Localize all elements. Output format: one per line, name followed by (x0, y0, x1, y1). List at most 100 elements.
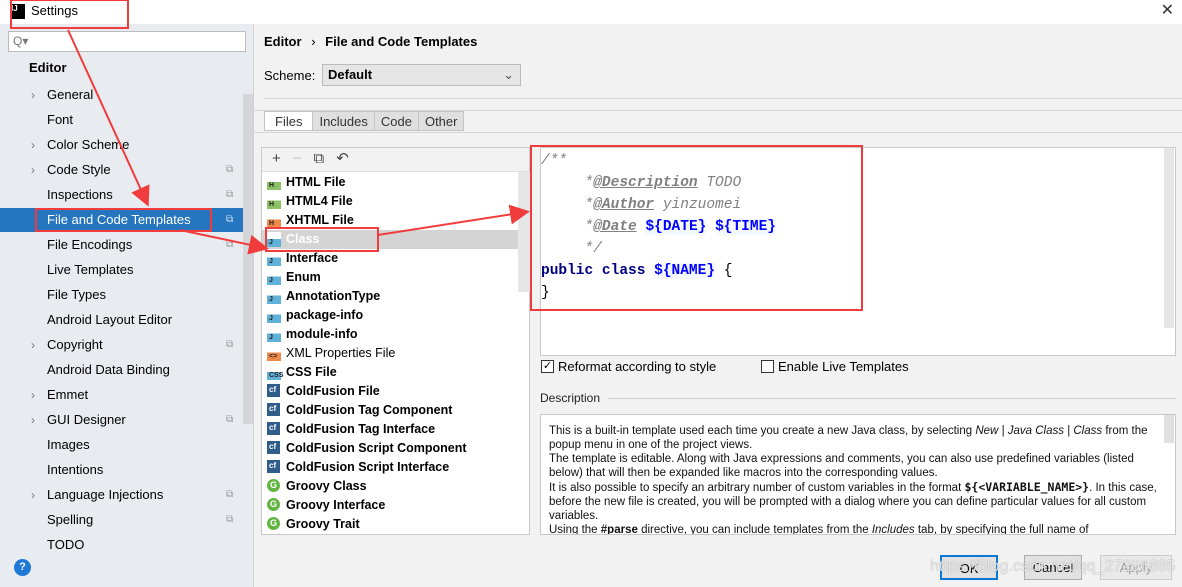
section-editor[interactable]: Editor (29, 60, 67, 75)
template-name: ColdFusion Tag Component (286, 403, 453, 417)
sidebar-item-android-data-binding[interactable]: Android Data Binding (0, 358, 243, 382)
chevron-right-icon[interactable]: › (31, 83, 35, 107)
template-name: Groovy Interface (286, 498, 386, 512)
chevron-right-icon[interactable]: › (31, 158, 35, 182)
chevron-right-icon[interactable]: › (31, 133, 35, 157)
sidebar-scrollbar[interactable] (243, 94, 253, 424)
sidebar-item-live-templates[interactable]: Live Templates (0, 258, 243, 282)
template-item[interactable]: cf ColdFusion Script Component (262, 439, 518, 458)
copy-icon[interactable]: ⧉ (314, 148, 325, 171)
close-button[interactable]: ✕ (1161, 0, 1174, 20)
code-comment: TODO (697, 175, 742, 191)
chevron-right-icon[interactable]: › (31, 383, 35, 407)
sidebar-item-code-style[interactable]: › Code Style ⧉ (0, 158, 243, 182)
template-item[interactable]: J Interface (262, 249, 518, 268)
desc-text: New | Java Class | Class (975, 425, 1103, 437)
template-item[interactable]: cf ColdFusion Script Interface (262, 458, 518, 477)
settings-search-input[interactable]: Q▾ (8, 31, 246, 52)
sidebar-item-gui-designer[interactable]: › GUI Designer ⧉ (0, 408, 243, 432)
template-item[interactable]: Jpackage-info (262, 306, 518, 325)
tab-files[interactable]: Files (264, 111, 314, 131)
editor-scrollbar[interactable] (1164, 148, 1174, 328)
sidebar-item-language-injections[interactable]: › Language Injections ⧉ (0, 483, 243, 507)
sidebar-item-file-and-code-templates[interactable]: File and Code Templates ⧉ (0, 208, 243, 232)
template-item[interactable]: H HTML4 File (262, 192, 518, 211)
reformat-checkbox[interactable]: ✓ Reformat according to style (541, 359, 716, 374)
template-name: ColdFusion Script Component (286, 441, 467, 455)
template-name: Interface (286, 251, 339, 265)
template-name: Groovy Class (286, 479, 367, 493)
sidebar-item-label: File Encodings (47, 237, 133, 252)
checkbox-empty (761, 360, 774, 373)
scheme-select[interactable]: Default ⌄ (322, 64, 521, 86)
sidebar-item-label: General (47, 87, 94, 102)
template-item[interactable]: cf ColdFusion Tag Component (262, 401, 518, 420)
desc-text: Includes (871, 524, 915, 535)
template-editor[interactable]: /** *@Description TODO *@Author yinzuome… (540, 147, 1176, 356)
project-scope-icon: ⧉ (226, 489, 234, 500)
file-type-icon: cf (267, 460, 280, 473)
template-item[interactable]: cf ColdFusion File (262, 382, 518, 401)
add-icon[interactable]: + (272, 148, 281, 171)
project-scope-icon: ⧉ (226, 189, 234, 200)
template-item[interactable]: CSS CSS File (262, 363, 518, 382)
description-scrollbar[interactable] (1164, 415, 1174, 443)
live-templates-label: Enable Live Templates (778, 359, 909, 374)
sidebar-item-inspections[interactable]: Inspections ⧉ (0, 183, 243, 207)
sidebar-item-general[interactable]: › General (0, 83, 243, 107)
divider (264, 98, 1182, 99)
scheme-value: Default (328, 67, 373, 82)
sidebar-item-images[interactable]: Images (0, 433, 243, 457)
template-item[interactable]: J Enum (262, 268, 518, 287)
remove-icon[interactable]: − (293, 148, 302, 171)
chevron-right-icon[interactable]: › (31, 483, 35, 507)
breadcrumb-parent[interactable]: Editor (264, 34, 302, 49)
description-label: Description (540, 391, 601, 405)
template-item[interactable]: <> XML Properties File (262, 344, 518, 363)
sidebar-item-label: Emmet (47, 387, 89, 402)
template-name: HTML4 File (286, 194, 353, 208)
template-item[interactable]: Jmodule-info (262, 325, 518, 344)
checkmark-icon: ✓ (541, 360, 554, 373)
code-comment: yinzuomei (654, 197, 742, 213)
sidebar-item-label: Font (47, 112, 74, 127)
tab-includes[interactable]: Includes (313, 111, 375, 131)
template-item[interactable]: H HTML File (262, 173, 518, 192)
watermark: https://blog.csdn.net/qq_27296885 (930, 558, 1176, 575)
template-item[interactable]: H XHTML File (262, 211, 518, 230)
sidebar-item-font[interactable]: Font (0, 108, 243, 132)
sidebar-item-color-scheme[interactable]: › Color Scheme (0, 133, 243, 157)
help-icon[interactable]: ? (14, 559, 31, 576)
sidebar-item-label: Android Data Binding (47, 362, 170, 377)
template-item[interactable]: J Class (262, 230, 518, 249)
file-type-icon: cf (267, 441, 280, 454)
template-list-scrollbar[interactable] (518, 172, 530, 292)
template-item[interactable]: G Groovy Trait (262, 515, 518, 534)
reset-icon[interactable]: ↶ (336, 148, 349, 171)
sidebar-item-file-types[interactable]: File Types (0, 283, 243, 307)
template-name: ColdFusion Tag Interface (286, 422, 436, 436)
template-name: XML Properties File (286, 346, 396, 360)
sidebar-item-label: GUI Designer (47, 412, 126, 427)
sidebar-item-copyright[interactable]: › Copyright ⧉ (0, 333, 243, 357)
sidebar-item-label: Spelling (47, 512, 94, 527)
tab-code[interactable]: Code (374, 111, 419, 131)
chevron-right-icon[interactable]: › (31, 333, 35, 357)
file-type-icon: cf (267, 422, 280, 435)
sidebar-item-todo[interactable]: TODO (0, 533, 243, 557)
template-item[interactable]: G Groovy Interface (262, 496, 518, 515)
template-item[interactable]: J AnnotationType (262, 287, 518, 306)
chevron-right-icon[interactable]: › (31, 408, 35, 432)
breadcrumb-separator-icon: › (311, 34, 316, 49)
tab-other[interactable]: Other (418, 111, 465, 131)
sidebar-item-file-encodings[interactable]: File Encodings ⧉ (0, 233, 243, 257)
template-item[interactable]: G Groovy Class (262, 477, 518, 496)
live-templates-checkbox[interactable]: Enable Live Templates (761, 359, 909, 374)
sidebar-item-emmet[interactable]: › Emmet (0, 383, 243, 407)
intellij-logo-icon: IJ (10, 4, 25, 19)
template-item[interactable]: cf ColdFusion Tag Interface (262, 420, 518, 439)
sidebar-item-intentions[interactable]: Intentions (0, 458, 243, 482)
template-name: Class (286, 232, 320, 246)
sidebar-item-android-layout-editor[interactable]: Android Layout Editor (0, 308, 243, 332)
sidebar-item-spelling[interactable]: Spelling ⧉ (0, 508, 243, 532)
